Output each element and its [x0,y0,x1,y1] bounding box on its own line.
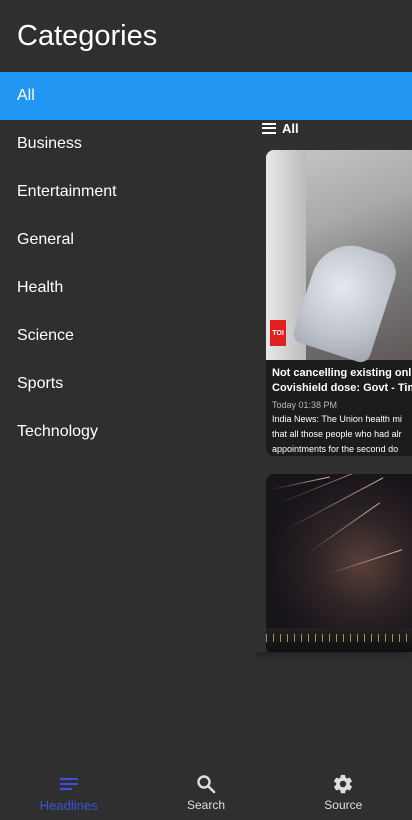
source-badge: TOI [270,320,286,346]
gear-icon [331,772,355,796]
news-card[interactable] [266,474,412,652]
drawer-title: Categories [17,20,158,52]
headlines-icon [57,772,81,796]
nav-source[interactable]: Source [275,760,412,820]
category-item-entertainment[interactable]: Entertainment [0,168,256,216]
category-item-health[interactable]: Health [0,264,256,312]
category-list: All Business Entertainment General Healt… [0,72,412,456]
bottom-navigation: Headlines Search Source [0,760,412,820]
news-card-image [266,474,412,652]
category-item-sports[interactable]: Sports [0,360,256,408]
nav-headlines[interactable]: Headlines [0,760,137,820]
category-item-business[interactable]: Business [0,120,256,168]
category-item-science[interactable]: Science [0,312,256,360]
category-item-all[interactable]: All [0,72,412,120]
category-item-technology[interactable]: Technology [0,408,256,456]
nav-search[interactable]: Search [137,760,274,820]
nav-source-label: Source [324,798,363,812]
nav-headlines-label: Headlines [39,798,98,813]
category-item-general[interactable]: General [0,216,256,264]
search-icon [194,772,218,796]
nav-search-label: Search [186,798,225,812]
